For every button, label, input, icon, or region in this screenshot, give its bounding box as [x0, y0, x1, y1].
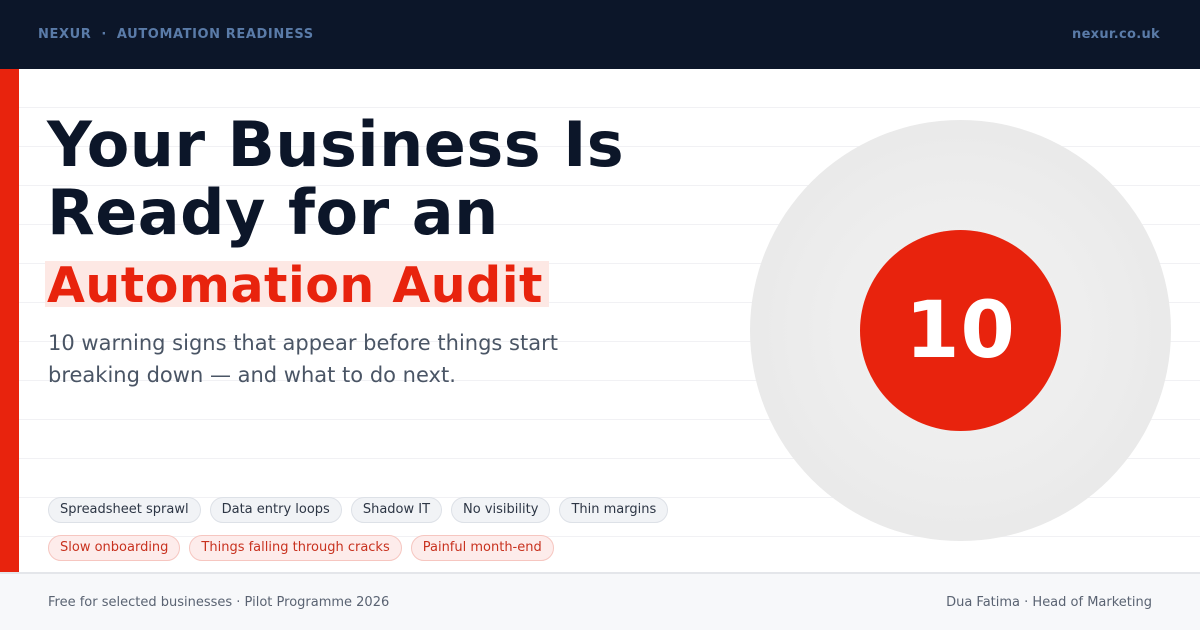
footer-offer: Free for selected businesses · Pilot Pro…	[48, 594, 390, 610]
chip-row-neutral: Spreadsheet sprawl Data entry loops Shad…	[48, 497, 708, 523]
footer: Free for selected businesses · Pilot Pro…	[0, 572, 1200, 630]
footer-author: Dua Fatima · Head of Marketing	[946, 594, 1152, 610]
chip-no-visibility: No visibility	[451, 497, 551, 523]
chip-row-alert: Slow onboarding Things falling through c…	[48, 535, 708, 561]
number-badge-circle: 10	[860, 230, 1061, 431]
brand: NEXUR · AUTOMATION READINESS	[38, 27, 314, 42]
brand-separator: ·	[101, 27, 107, 42]
website-link[interactable]: nexur.co.uk	[1072, 27, 1160, 42]
section-label: AUTOMATION READINESS	[116, 27, 314, 42]
subtitle: 10 warning signs that appear before thin…	[48, 331, 558, 387]
chip-spreadsheet-sprawl: Spreadsheet sprawl	[48, 497, 201, 523]
headline-line-2: Ready for an	[47, 176, 499, 249]
page-title: Your Business Is Ready for an Automation…	[45, 108, 625, 315]
badge-number: 10	[905, 285, 1016, 376]
top-bar: NEXUR · AUTOMATION READINESS nexur.co.uk	[0, 0, 1200, 69]
chip-data-entry-loops: Data entry loops	[209, 497, 342, 523]
chip-painful-month-end: Painful month-end	[410, 535, 554, 561]
headline-line-1: Your Business Is	[47, 108, 625, 181]
main-content: Your Business Is Ready for an Automation…	[0, 69, 1200, 572]
warning-signs-list: Spreadsheet sprawl Data entry loops Shad…	[48, 497, 708, 573]
accent-bar	[0, 69, 19, 572]
brand-name: NEXUR	[38, 27, 92, 42]
chip-shadow-it: Shadow IT	[350, 497, 443, 523]
chip-slow-onboarding: Slow onboarding	[48, 535, 181, 561]
chip-things-falling-through-cracks: Things falling through cracks	[189, 535, 402, 561]
chip-thin-margins: Thin margins	[559, 497, 669, 523]
headline-highlight: Automation Audit	[45, 261, 549, 311]
number-badge: 10	[750, 120, 1171, 541]
